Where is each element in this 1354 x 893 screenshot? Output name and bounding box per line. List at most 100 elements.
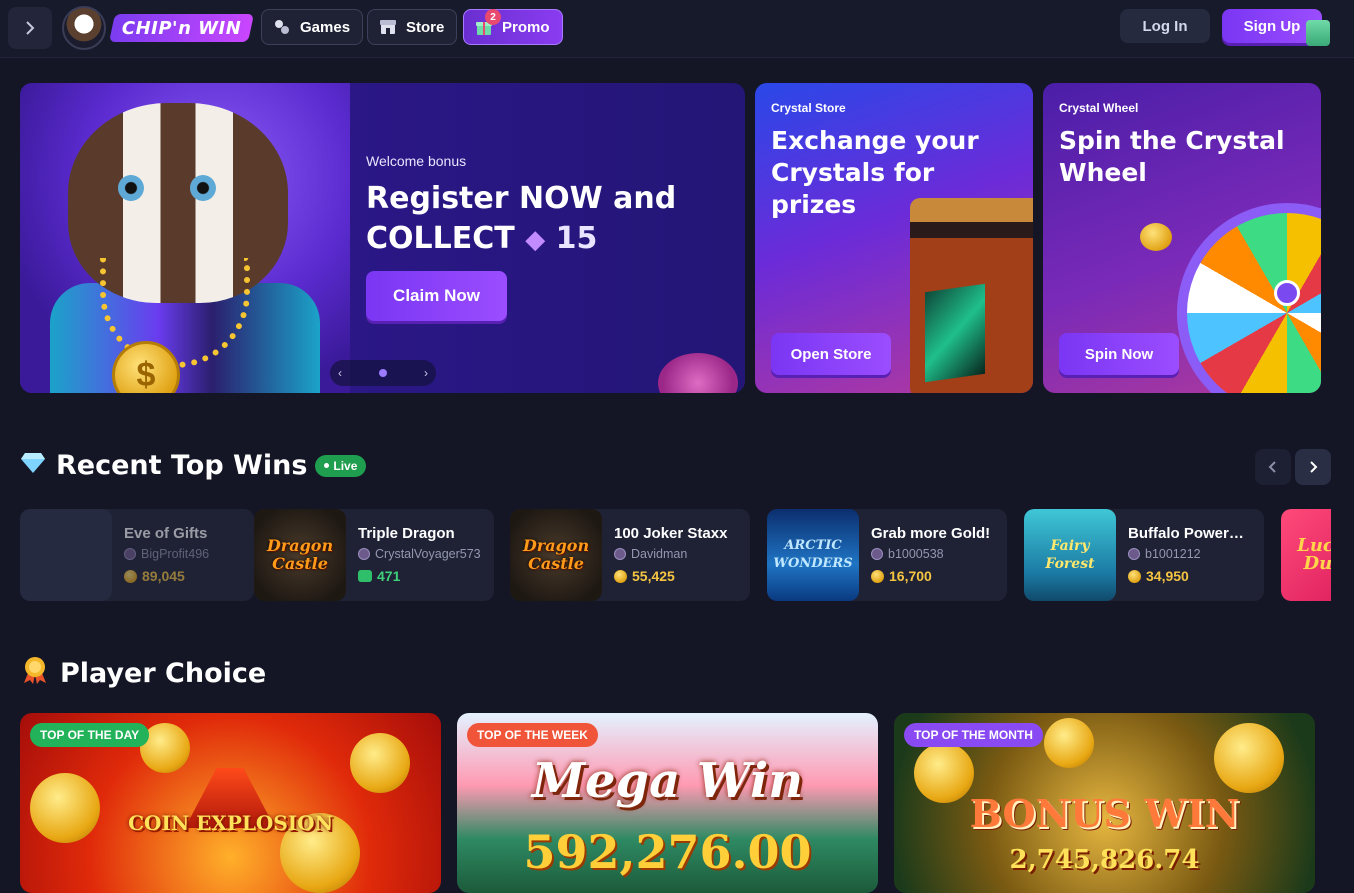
coin-explosion-logo: COIN EXPLOSION	[128, 811, 333, 835]
win-amount: 16,700	[871, 568, 932, 584]
bonus-win-amount: 2,745,826.74	[1009, 845, 1200, 875]
win-game-name: Triple Dragon	[358, 525, 455, 542]
top-of-week-tag: TOP OF THE WEEK	[467, 723, 598, 747]
avatar-icon	[124, 548, 136, 560]
mascot-eye	[118, 175, 144, 201]
hero-gem-amount: 15	[555, 221, 598, 256]
game-thumbnail: Lucky Duel	[1281, 509, 1331, 601]
coin-icon	[1128, 569, 1141, 583]
badger-mascot-icon	[62, 6, 106, 50]
win-card[interactable]: ARCTIC WONDERS Grab more Gold! b1000538 …	[767, 509, 1007, 601]
recent-wins-list: Eve of Gifts BigProfit496 89,045 Dragon …	[20, 509, 1331, 601]
bonus-win-caption: BONUS WIN	[969, 791, 1240, 836]
recent-wins-title: Recent Top Wins	[56, 450, 308, 481]
nav-games-label: Games	[300, 18, 351, 36]
mega-win-amount: 592,276.00	[523, 825, 812, 879]
cash-icon	[358, 570, 372, 582]
coin-icon	[871, 569, 884, 583]
spin-now-button[interactable]: Spin Now	[1059, 333, 1179, 375]
coin-icon	[124, 569, 137, 583]
hero-title-line1: Register NOW and	[366, 181, 677, 216]
diamond-icon	[20, 452, 46, 480]
coin-decoration	[1140, 223, 1172, 251]
open-store-button[interactable]: Open Store	[771, 333, 891, 375]
hero-title: Register NOW and COLLECT ◆ 15	[366, 179, 696, 260]
wheel-card-title: Spin the Crystal Wheel	[1059, 126, 1285, 187]
slider-next-button[interactable]: ›	[424, 366, 428, 380]
casino-chips-decoration	[658, 353, 738, 393]
wins-next-button[interactable]	[1295, 449, 1331, 485]
game-thumbnail: ARCTIC WONDERS	[767, 509, 859, 601]
win-amount-text: 16,700	[889, 568, 932, 584]
win-amount-text: 471	[377, 568, 401, 584]
win-amount: 89,045	[124, 568, 185, 584]
win-username: Davidman	[614, 547, 687, 561]
nav-games-button[interactable]: Games	[261, 9, 364, 45]
top-of-day-card[interactable]: TOP OF THE DAY COIN EXPLOSION	[20, 713, 441, 893]
mega-win-caption: Mega Win	[531, 753, 804, 809]
win-username-text: b1000538	[888, 547, 944, 561]
win-card[interactable]: Fairy Forest Buffalo Power… b1001212 34,…	[1024, 509, 1264, 601]
mascot-eye	[190, 175, 216, 201]
win-amount: 34,950	[1128, 568, 1189, 584]
win-game-name: 100 Joker Staxx	[614, 525, 728, 542]
chevron-left-icon	[1268, 461, 1276, 473]
slider-prev-button[interactable]: ‹	[338, 366, 342, 380]
prize-wheel-decoration	[1177, 203, 1321, 393]
crystal-store-card[interactable]: Crystal Store Exchange your Crystals for…	[755, 83, 1033, 393]
hero-title-line2: COLLECT	[366, 221, 515, 256]
dice-icon	[272, 17, 292, 37]
top-of-week-card[interactable]: TOP OF THE WEEK Mega Win 592,276.00	[457, 713, 878, 893]
live-badge: Live	[315, 454, 367, 477]
win-username: b1000538	[871, 547, 944, 561]
live-label: Live	[333, 458, 358, 473]
store-icon	[378, 17, 398, 37]
win-username: CrystalVoyager573	[358, 547, 481, 561]
win-username-text: CrystalVoyager573	[375, 547, 481, 561]
live-dot-icon	[324, 463, 330, 468]
store-card-title: Exchange your Crystals for prizes	[771, 126, 979, 219]
nav-promo-label: Promo	[502, 18, 550, 36]
win-username: b1001212	[1128, 547, 1201, 561]
claim-now-button[interactable]: Claim Now	[366, 271, 507, 321]
brand-wordmark: CHIP'n WIN	[109, 14, 255, 42]
win-amount: 55,425	[614, 568, 675, 584]
win-card[interactable]: Dragon Castle 100 Joker Staxx Davidman 5…	[510, 509, 750, 601]
player-choice-heading: Player Choice	[20, 655, 266, 691]
win-amount-text: 89,045	[142, 568, 185, 584]
avatar-icon	[614, 548, 626, 560]
win-game-name: Buffalo Power…	[1128, 525, 1244, 542]
win-card[interactable]: Dragon Castle Triple Dragon CrystalVoyag…	[254, 509, 494, 601]
brand-logo[interactable]: CHIP'n WIN	[62, 6, 255, 50]
top-of-month-tag: TOP OF THE MONTH	[904, 723, 1043, 747]
avatar-icon	[1128, 548, 1140, 560]
crystal-wheel-card[interactable]: Crystal Wheel Spin the Crystal Wheel Spi…	[1043, 83, 1321, 393]
win-card[interactable]: Eve of Gifts BigProfit496 89,045	[20, 509, 254, 601]
badger-mascot-illustration: $	[20, 83, 350, 393]
wins-prev-button[interactable]	[1255, 449, 1291, 485]
sidebar-toggle-button[interactable]	[8, 7, 52, 49]
win-username: BigProfit496	[124, 547, 209, 561]
coin-decoration	[1214, 723, 1284, 793]
nav-promo-button[interactable]: 2 Promo	[463, 9, 563, 45]
promo-count-badge: 2	[485, 9, 501, 25]
win-card[interactable]: Lucky Duel	[1281, 509, 1331, 601]
slider-active-dot[interactable]	[379, 369, 387, 377]
wheel-card-kicker: Crystal Wheel	[1059, 101, 1139, 115]
hero-kicker: Welcome bonus	[366, 153, 467, 169]
nav-store-label: Store	[406, 18, 445, 36]
welcome-bonus-banner[interactable]: $ Welcome bonus Register NOW and COLLECT…	[20, 83, 745, 393]
win-username-text: b1001212	[1145, 547, 1201, 561]
login-button[interactable]: Log In	[1120, 9, 1210, 43]
chevron-right-icon	[26, 21, 35, 35]
crystal-gem-icon: ◆	[525, 225, 546, 255]
win-username-text: Davidman	[631, 547, 688, 561]
nav-store-button[interactable]: Store	[367, 9, 458, 45]
win-amount: 471	[358, 568, 400, 584]
top-of-month-card[interactable]: TOP OF THE MONTH BONUS WIN 2,745,826.74	[894, 713, 1315, 893]
win-amount-text: 34,950	[1146, 568, 1189, 584]
win-game-name: Grab more Gold!	[871, 525, 991, 542]
hero-slider-controls: ‹ ›	[330, 360, 436, 386]
top-of-day-tag: TOP OF THE DAY	[30, 723, 150, 747]
gift-decoration-icon	[1306, 20, 1330, 46]
